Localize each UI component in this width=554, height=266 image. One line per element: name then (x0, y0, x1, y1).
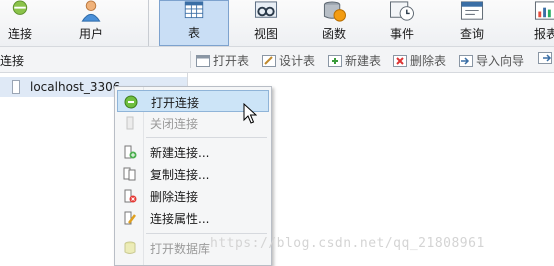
user-icon (81, 0, 101, 22)
user-label: 用户 (78, 27, 103, 41)
watermark-text: https://blog.csdn.net/qq_21808961 (210, 236, 485, 251)
delete-connection-icon (124, 189, 137, 203)
menu-separator (146, 137, 267, 138)
menu-item-connection-properties[interactable]: 连接属性... (117, 207, 269, 229)
pane-header-label: 连接 (0, 54, 25, 68)
open-connection-icon (124, 95, 138, 109)
design-table-icon (262, 54, 276, 67)
design-table-label: 设计表 (279, 54, 316, 68)
report-icon (534, 1, 554, 20)
import-wizard-icon (459, 54, 473, 67)
menu-item-label: 打开连接 (151, 96, 200, 110)
view-label: 视图 (253, 27, 278, 41)
mouse-pointer-icon (243, 103, 257, 124)
function-icon (323, 1, 346, 22)
export-wizard-button[interactable] (538, 52, 554, 64)
user-button[interactable]: 用户 (70, 0, 112, 46)
menu-item-copy-connection[interactable]: 复制连接... (117, 163, 269, 185)
new-table-icon (328, 54, 342, 67)
query-button[interactable]: 查询 (450, 0, 494, 46)
event-clock-icon (390, 1, 414, 21)
menu-item-label: 打开数据库 (150, 242, 211, 256)
view-button[interactable]: 视图 (244, 0, 288, 46)
main-ribbon: 连接 用户 表 视图 函数 事件 查询 报表 (0, 0, 554, 47)
menu-item-label: 连接属性... (150, 212, 210, 226)
menu-item-label: 复制连接... (150, 168, 210, 182)
query-icon (460, 1, 484, 20)
table-label: 表 (187, 26, 200, 40)
new-table-button[interactable]: 新建表 (328, 52, 381, 69)
open-table-button[interactable]: 打开表 (196, 52, 249, 69)
menu-separator (146, 233, 267, 234)
menu-item-label: 新建连接... (150, 146, 210, 160)
function-label: 函数 (321, 27, 346, 41)
new-table-label: 新建表 (345, 54, 382, 68)
design-table-button[interactable]: 设计表 (262, 52, 315, 69)
report-label: 报表 (533, 27, 554, 41)
table-icon (184, 1, 204, 19)
delete-table-button[interactable]: 删除表 (393, 52, 446, 69)
ribbon-separator (148, 0, 149, 46)
connection-name: localhost_3306 (30, 80, 121, 94)
connection-label: 连接 (7, 27, 32, 41)
open-table-icon (196, 54, 210, 67)
open-table-label: 打开表 (213, 54, 250, 68)
menu-item-new-connection[interactable]: 新建连接... (117, 141, 269, 163)
connection-properties-icon (124, 211, 136, 225)
menu-item-delete-connection[interactable]: 删除连接 (117, 185, 269, 207)
connection-button[interactable]: 连接 (0, 0, 40, 46)
function-button[interactable]: 函数 (312, 0, 356, 46)
delete-table-label: 删除表 (410, 54, 447, 68)
event-button[interactable]: 事件 (380, 0, 424, 46)
open-database-icon (124, 241, 136, 254)
delete-table-icon (393, 54, 407, 67)
new-connection-icon (124, 145, 137, 159)
menu-item-label: 删除连接 (150, 190, 199, 204)
export-wizard-icon (538, 52, 552, 64)
copy-connection-icon (123, 167, 136, 181)
close-connection-icon (126, 116, 134, 130)
view-icon (254, 1, 278, 18)
event-label: 事件 (389, 27, 414, 41)
menu-item-label: 关闭连接 (150, 117, 199, 131)
import-wizard-label: 导入向导 (476, 54, 525, 68)
table-button[interactable]: 表 (159, 0, 229, 46)
object-toolbar: 连接 打开表 设计表 新建表 删除表 导入向导 (0, 47, 554, 73)
import-wizard-button[interactable]: 导入向导 (459, 52, 524, 69)
toolbar-separator (190, 51, 191, 68)
report-button[interactable]: 报表 (524, 0, 554, 46)
connection-node-icon (12, 80, 20, 94)
query-label: 查询 (459, 27, 484, 41)
connection-icon (12, 0, 28, 15)
